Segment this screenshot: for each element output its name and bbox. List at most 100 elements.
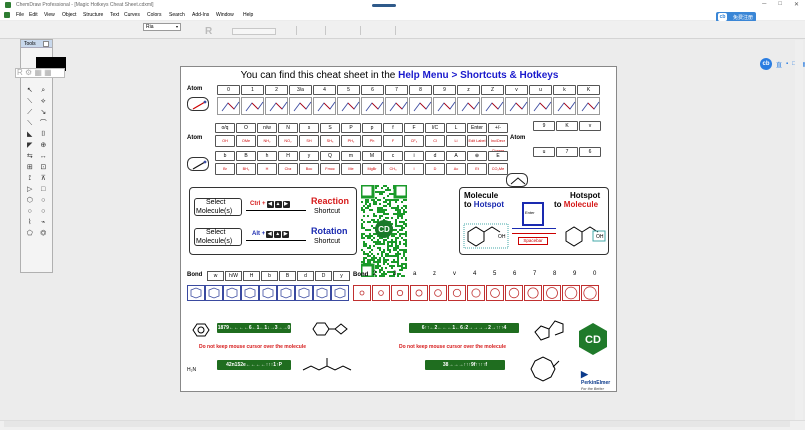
wedge-bond-icon[interactable]: ◣	[23, 130, 37, 140]
atom-key-2: n/w	[257, 123, 277, 133]
hotspot-molecule-left: OH	[463, 223, 509, 249]
menu-window[interactable]: Window	[216, 12, 234, 18]
benzene-icon[interactable]: ⏣	[37, 229, 51, 239]
maximize-button[interactable]: □	[778, 1, 782, 8]
menu-text[interactable]: Text	[110, 12, 119, 18]
atom-key: 3/a	[289, 85, 312, 95]
atom-label-2: OMe	[236, 135, 256, 147]
octagon-icon[interactable]: ○	[37, 207, 51, 217]
window-title: ChemDraw Professional - [Magic Hotkeys C…	[16, 2, 154, 8]
heptagon-icon[interactable]: ○	[23, 207, 37, 217]
ring-zigzag-icon[interactable]: ⌁	[37, 218, 51, 228]
title-bar: ChemDraw Professional - [Magic Hotkeys C…	[0, 0, 805, 10]
float-tool-2[interactable]: ▪	[786, 61, 788, 67]
atom-glyph-icon	[505, 97, 528, 115]
tools-palette-header[interactable]: Tools	[21, 40, 52, 48]
atom-glyph-icon	[337, 97, 360, 115]
circle-icon[interactable]: ○	[37, 196, 51, 206]
r-group-toolbar[interactable]: R ⚙ ▦ ▦	[15, 68, 65, 78]
bond-key: B	[279, 271, 296, 281]
atom-key: u	[529, 85, 552, 95]
arrow-icon[interactable]: ⇆	[23, 152, 37, 162]
lasso-icon[interactable]: ↖	[23, 86, 37, 96]
menu-edit[interactable]: Edit	[29, 12, 38, 18]
perkinelmer-tagline: For the Better	[581, 387, 604, 391]
bond-icon[interactable]: ↘	[37, 108, 51, 118]
chemical-book-logo-icon: cb	[718, 13, 727, 21]
warning-text-1: Do not keep mouse cursor over the molecu…	[199, 344, 306, 350]
size-select[interactable]	[232, 28, 276, 35]
bond-shape-icon	[295, 285, 313, 301]
arrow-key-icon: ▶	[282, 231, 290, 238]
menu-file[interactable]: File	[16, 12, 24, 18]
close-button[interactable]: ✕	[794, 1, 799, 8]
title-indicator	[372, 4, 396, 7]
ring-key: 8	[553, 271, 557, 277]
atom-key-3: B	[236, 151, 256, 161]
bond-key: D	[315, 271, 332, 281]
pen-icon[interactable]: ⟟	[23, 174, 37, 184]
arrow-key-icon: ◀	[266, 201, 274, 208]
text-icon[interactable]: ⌒	[37, 119, 51, 129]
marquee-icon[interactable]: ⌕	[37, 86, 51, 96]
square-icon[interactable]: □	[37, 185, 51, 195]
peptide-product-icon	[302, 358, 352, 371]
reaction-arrow-icon[interactable]: ↔	[37, 152, 51, 162]
menu-structure[interactable]: Structure	[83, 12, 103, 18]
hash-bond-icon[interactable]: ◤	[23, 141, 37, 151]
atom-key-2: P	[341, 123, 361, 133]
atom-label-3: Br	[215, 163, 235, 175]
chain-icon[interactable]: ⊼	[37, 174, 51, 184]
bracket-icon[interactable]: ⌷	[37, 130, 51, 140]
bond-shape-icon	[259, 285, 277, 301]
hotspot-panel: Molecule to Hotspot Hotspot to Molecule …	[459, 187, 609, 255]
orbital-icon[interactable]: ⊡	[37, 163, 51, 173]
qr-cd-badge: CD	[378, 225, 390, 234]
atom-key-2: f	[383, 123, 403, 133]
bond-key: d	[297, 271, 314, 281]
ring-key: 5	[493, 271, 497, 277]
menu-object[interactable]: Object	[62, 12, 76, 18]
charge-icon[interactable]: ⊕	[37, 141, 51, 151]
menu-search[interactable]: Search	[169, 12, 185, 18]
atom-label-2: Li	[446, 135, 466, 147]
menu-curves[interactable]: Curves	[124, 12, 140, 18]
palette-close-icon[interactable]	[43, 41, 49, 47]
atom-tool-glyph-2	[187, 157, 209, 171]
h2n-label: H₂N	[187, 367, 197, 373]
app-icon	[5, 2, 11, 8]
play-icon[interactable]: ▷	[23, 185, 37, 195]
arrow-key-icon: ▲	[274, 201, 282, 208]
float-tool-1[interactable]: 直	[776, 60, 782, 69]
ring-keys-row: 2 3 a z v 4 5 6 7 8 9 0	[373, 271, 612, 277]
menu-add-ins[interactable]: Add-Ins	[192, 12, 209, 18]
atom-label-3: Me	[341, 163, 361, 175]
molecule-label-2: Molecule(s)	[196, 238, 233, 245]
atom-key: 1	[241, 85, 264, 95]
cb-logo-icon[interactable]: cb	[760, 58, 772, 70]
boronate-product-icon	[312, 322, 348, 336]
horizontal-scrollbar[interactable]	[4, 421, 790, 427]
menu-colors[interactable]: Colors	[147, 12, 161, 18]
atom-key-2: L	[446, 123, 466, 133]
atom-label-3: MgBr	[362, 163, 382, 175]
bond-keys-row: w h/W Hb Bd Dy	[207, 271, 350, 281]
document-icon[interactable]	[4, 12, 10, 18]
structure-perspective-icon[interactable]: ⟍	[23, 97, 37, 107]
menu-view[interactable]: View	[44, 12, 55, 18]
mass-fragment-icon[interactable]: ⟡	[37, 97, 51, 107]
hexagon-icon[interactable]: ⬡	[23, 196, 37, 206]
bond-key: b	[261, 271, 278, 281]
eraser-icon[interactable]: ⟋	[23, 108, 37, 118]
table-icon[interactable]: ⊞	[23, 163, 37, 173]
atom-label-2: NH₂	[257, 135, 277, 147]
pentagon-icon[interactable]: ⬠	[23, 229, 37, 239]
toolbar-divider	[395, 26, 396, 35]
font-select[interactable]: Ria ▾	[143, 23, 181, 31]
ring-chain-icon[interactable]: ⌇	[23, 218, 37, 228]
atom-label-3: H	[257, 163, 277, 175]
menu-help[interactable]: Help	[243, 12, 253, 18]
solid-bond-icon[interactable]: ⟍	[23, 119, 37, 129]
vertical-scrollbar[interactable]	[795, 40, 803, 420]
minimize-button[interactable]: ─	[762, 1, 766, 8]
